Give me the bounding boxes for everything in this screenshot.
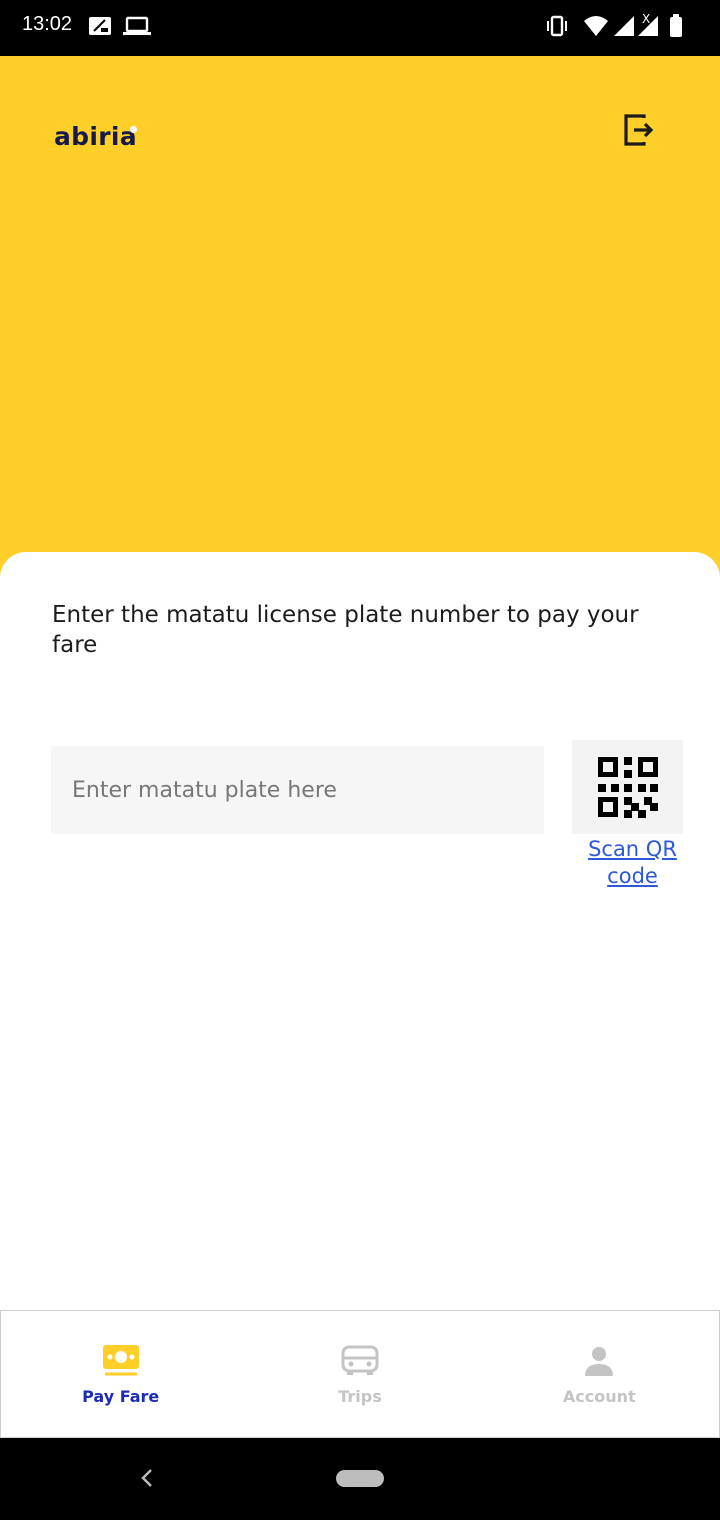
logout-button[interactable] [618,110,658,150]
wifi-icon [584,16,608,36]
scan-qr-link[interactable]: Scan QR code [572,836,693,890]
home-pill-icon[interactable] [336,1470,384,1487]
nav-item-trips[interactable]: Trips [240,1311,479,1437]
notification-icon [89,17,111,35]
back-chevron-icon[interactable] [138,1468,156,1488]
plate-input[interactable] [51,746,544,834]
status-bar: 13:02 X [0,0,720,56]
signal-icon: X [614,12,658,36]
status-left-icons [89,16,151,35]
status-right-icons: X [547,12,682,37]
nav-item-account[interactable]: Account [480,1311,719,1437]
money-icon [101,1343,141,1379]
nav-label-pay-fare: Pay Fare [82,1387,160,1406]
bus-icon [340,1343,380,1379]
bottom-nav: Pay Fare Trips Account [0,1310,720,1438]
plate-prompt: Enter the matatu license plate number to… [52,602,639,658]
battery-icon [670,14,682,37]
status-time: 13:02 [22,13,73,35]
qr-code-icon [597,757,658,818]
app-screen: abiria Enter the matatu license plate nu… [0,56,720,1438]
logo-dot [130,126,137,133]
nav-item-pay-fare[interactable]: Pay Fare [1,1311,240,1437]
nav-label-trips: Trips [338,1387,382,1406]
svg-text:X: X [642,12,650,26]
nav-label-account: Account [562,1387,636,1406]
system-nav-bar [0,1438,720,1520]
vibrate-icon [547,15,567,37]
laptop-icon [123,16,151,35]
person-icon [581,1343,617,1379]
pay-fare-sheet: Enter the matatu license plate number to… [0,552,720,1438]
logout-icon [624,114,654,146]
scan-qr-button[interactable] [572,740,683,834]
abiria-logo: abiria [54,122,137,151]
